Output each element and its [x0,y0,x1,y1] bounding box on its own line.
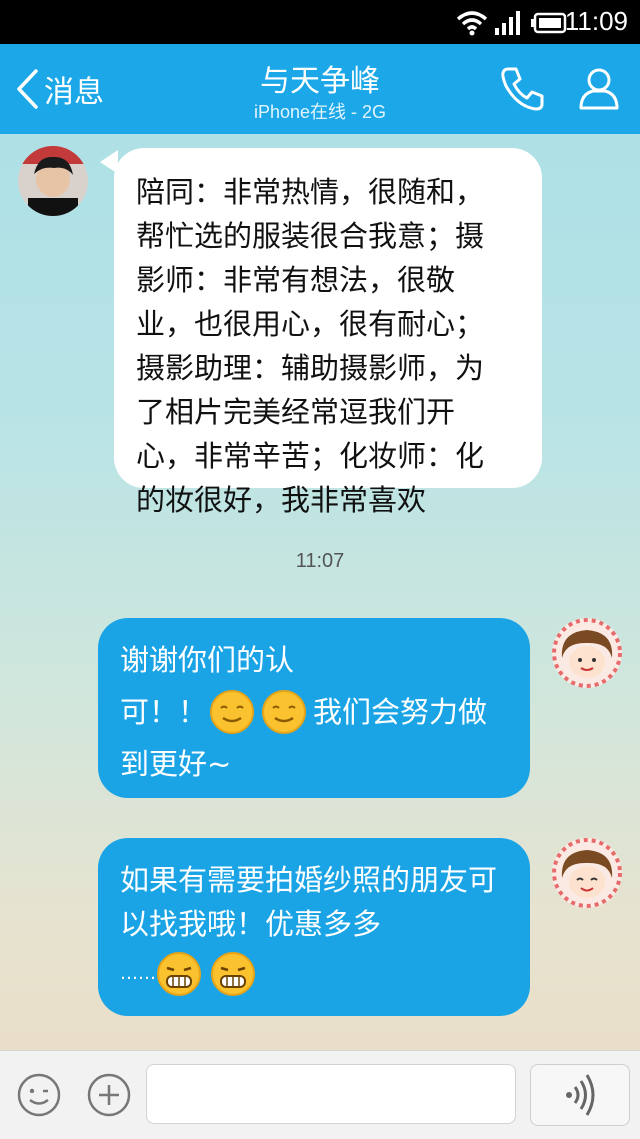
grin-emoji-icon [211,952,255,996]
plus-icon [87,1073,131,1117]
wifi-icon [456,11,488,36]
battery-icon [531,12,567,34]
message-line: 可！！ 我们会努力做 [120,682,510,742]
message-line: 如果有需要拍婚纱照的朋友可 [120,863,498,897]
message-text: 陪同：非常热情，很随和，帮忙选的服装很合我意；摄影师：非常有想法，很敬业，也很用… [136,175,485,517]
message-text: 我们会努力做 [313,695,488,729]
status-bar: 11:09 [0,0,640,44]
outgoing-message-bubble[interactable]: 谢谢你们的认 可！！ 我们会努力做 到更好~ [98,618,530,798]
profile-icon [579,68,619,110]
profile-button[interactable] [575,64,625,114]
message-timestamp: 11:07 [295,550,345,572]
outgoing-message-bubble[interactable]: 如果有需要拍婚纱照的朋友可 以找我哦！优惠多多 …… [98,838,530,1016]
incoming-message-bubble[interactable]: 陪同：非常热情，很随和，帮忙选的服装很合我意；摄影师：非常有想法，很敬业，也很用… [114,148,542,517]
my-avatar[interactable] [552,618,622,688]
message-text: …… [120,963,156,984]
message-input[interactable] [146,1064,516,1124]
call-button[interactable] [498,64,548,114]
input-bar [0,1050,640,1139]
message-line: 谢谢你们的认 [120,643,295,677]
smile-emoji-icon [210,690,255,734]
message-line: …… [120,946,510,1002]
voice-icon [566,1074,595,1116]
signal-icon [495,11,520,35]
phone-icon [501,67,544,111]
status-time: 11:09 [564,6,628,36]
chat-header: 消息 与天争峰 iPhone在线 - 2G [0,44,640,134]
contact-avatar[interactable] [18,146,88,216]
emoji-face-icon [17,1073,61,1117]
message-text: 可！！ [120,695,208,729]
more-button[interactable] [86,1072,132,1118]
grin-emoji-icon [157,952,201,996]
voice-button[interactable] [530,1064,630,1126]
smile-emoji-icon [262,690,307,734]
message-line: 到更好~ [120,747,232,781]
my-avatar[interactable] [552,838,622,908]
emoji-button[interactable] [16,1072,62,1118]
message-line: 以找我哦！优惠多多 [120,907,382,941]
